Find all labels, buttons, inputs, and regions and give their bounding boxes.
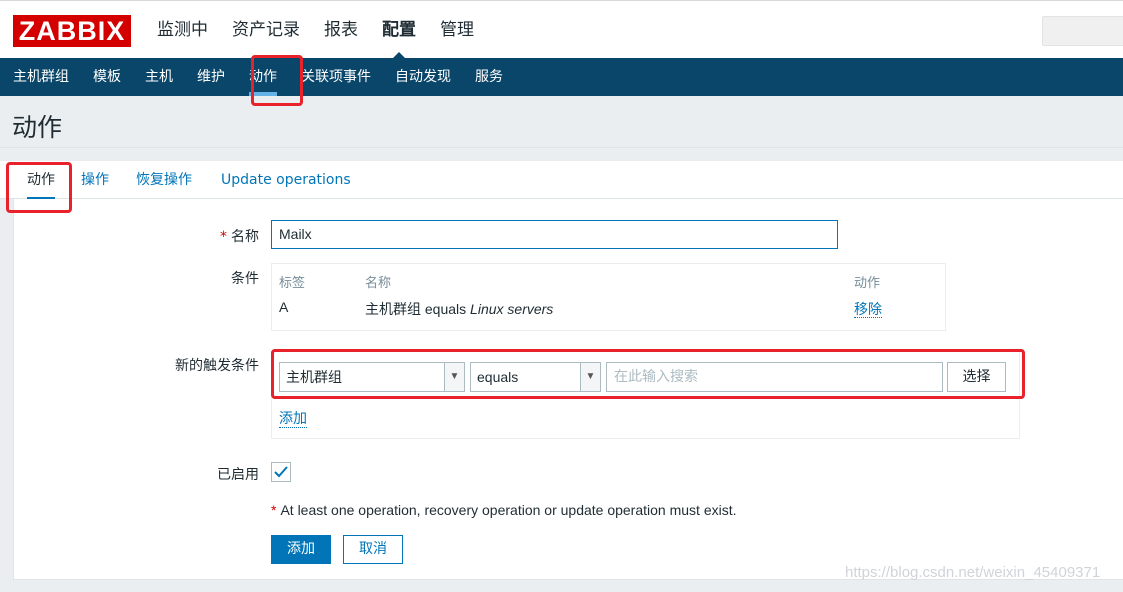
required-marker: * [271,502,277,518]
annotation-highlight-subnav [251,55,303,106]
header-divider [0,147,1123,148]
sub-nav-host-groups[interactable]: 主机群组 [1,58,81,96]
condition-remove-link-text[interactable]: 移除 [854,301,882,318]
checkmark-icon [274,466,288,478]
main-nav-configuration[interactable]: 配置 [370,1,428,59]
watermark: https://blog.csdn.net/weixin_45409371 [845,564,1101,581]
page-title: 动作 [12,113,63,142]
sub-nav-event-correlation[interactable]: 关联项事件 [289,58,383,96]
main-nav-administration[interactable]: 管理 [428,1,486,59]
condition-row-name: 主机群组 equals Linux servers [365,299,553,319]
main-nav: 监测中 资产记录 报表 配置 管理 [145,1,486,59]
conditions-header-name: 名称 [365,276,392,291]
cancel-button[interactable]: 取消 [343,535,403,564]
sub-nav: 主机群组 模板 主机 维护 动作 关联项事件 自动发现 服务 [0,58,1123,96]
main-nav-reports[interactable]: 报表 [312,1,370,59]
enabled-label: 已启用 [217,467,259,483]
warning-message: At least one operation, recovery operati… [280,502,737,518]
conditions-label: 条件 [231,271,259,287]
sub-nav-discovery[interactable]: 自动发现 [383,58,463,96]
add-condition-link[interactable]: 添加 [279,408,307,428]
add-button[interactable]: 添加 [271,535,331,564]
conditions-header-action: 动作 [854,276,881,291]
name-label: * 名称 [220,226,259,246]
tab-update-operations[interactable]: Update operations [221,161,351,199]
annotation-highlight-condition [271,349,1025,399]
condition-remove-link[interactable]: 移除 [854,299,882,319]
tab-operations[interactable]: 操作 [81,161,109,199]
name-input[interactable]: Mailx [271,220,838,249]
sub-nav-templates[interactable]: 模板 [81,58,133,96]
enabled-checkbox[interactable] [271,462,291,482]
zabbix-logo[interactable]: ZABBIX [13,15,131,47]
warning-text: * At least one operation, recovery operat… [271,502,737,518]
name-label-text: 名称 [231,229,259,245]
tab-recovery-operations[interactable]: 恢复操作 [136,161,192,199]
condition-row-name-prefix: 主机群组 equals [365,301,471,317]
main-nav-inventory[interactable]: 资产记录 [220,1,312,59]
sub-nav-maintenance[interactable]: 维护 [185,58,237,96]
condition-row-name-value: Linux servers [470,301,554,317]
sub-nav-hosts[interactable]: 主机 [133,58,185,96]
conditions-header-label: 标签 [279,276,306,291]
main-nav-monitoring[interactable]: 监测中 [145,1,220,59]
top-header: ZABBIX 监测中 资产记录 报表 配置 管理 [0,0,1123,59]
add-condition-link-text[interactable]: 添加 [279,411,307,428]
condition-row-label: A [279,299,289,315]
global-search-input[interactable] [1042,16,1123,46]
sub-nav-services[interactable]: 服务 [463,58,515,96]
annotation-highlight-tab [6,162,72,213]
form-tabs: 动作 操作 恢复操作 Update operations [0,161,1123,200]
new-condition-label: 新的触发条件 [175,358,259,374]
required-marker: * [220,229,227,245]
conditions-table: 标签 名称 动作 A 主机群组 equals Linux servers 移除 [271,263,946,331]
page-header: 动作 [0,96,1123,148]
